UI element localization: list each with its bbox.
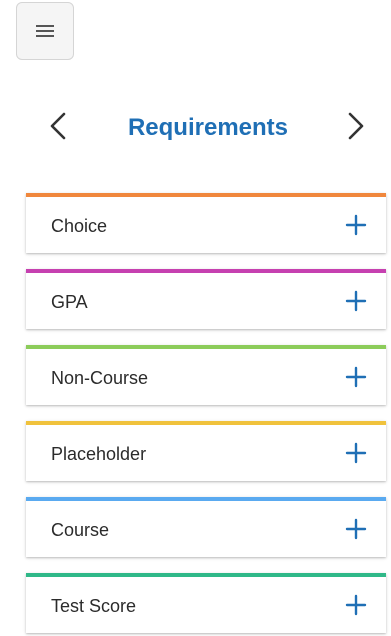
menu-button[interactable] bbox=[16, 2, 74, 60]
requirements-page: Requirements Choice GPA Non-Course Place… bbox=[0, 0, 391, 636]
requirement-card-choice[interactable]: Choice bbox=[26, 193, 386, 253]
chevron-right-icon bbox=[346, 111, 366, 146]
page-title: Requirements bbox=[127, 114, 289, 141]
plus-icon[interactable] bbox=[344, 441, 368, 465]
hamburger-icon bbox=[35, 23, 55, 39]
plus-icon[interactable] bbox=[344, 593, 368, 617]
requirement-label: Course bbox=[51, 520, 110, 540]
chevron-left-icon bbox=[48, 111, 68, 146]
next-button[interactable] bbox=[340, 112, 372, 144]
previous-button[interactable] bbox=[42, 112, 74, 144]
requirement-label: Test Score bbox=[51, 596, 137, 616]
requirement-card-non-course[interactable]: Non-Course bbox=[26, 345, 386, 405]
requirement-label: GPA bbox=[51, 292, 88, 312]
plus-icon[interactable] bbox=[344, 213, 368, 237]
requirement-card-gpa[interactable]: GPA bbox=[26, 269, 386, 329]
plus-icon[interactable] bbox=[344, 517, 368, 541]
requirement-label: Placeholder bbox=[51, 444, 147, 464]
requirement-card-placeholder[interactable]: Placeholder bbox=[26, 421, 386, 481]
requirements-list: Choice GPA Non-Course Placeholder Course… bbox=[26, 193, 386, 636]
requirement-label: Non-Course bbox=[51, 368, 149, 388]
plus-icon[interactable] bbox=[344, 365, 368, 389]
requirement-card-course[interactable]: Course bbox=[26, 497, 386, 557]
requirement-label: Choice bbox=[51, 216, 108, 236]
plus-icon[interactable] bbox=[344, 289, 368, 313]
section-navigator: Requirements bbox=[0, 100, 391, 156]
requirement-card-test-score[interactable]: Test Score bbox=[26, 573, 386, 633]
